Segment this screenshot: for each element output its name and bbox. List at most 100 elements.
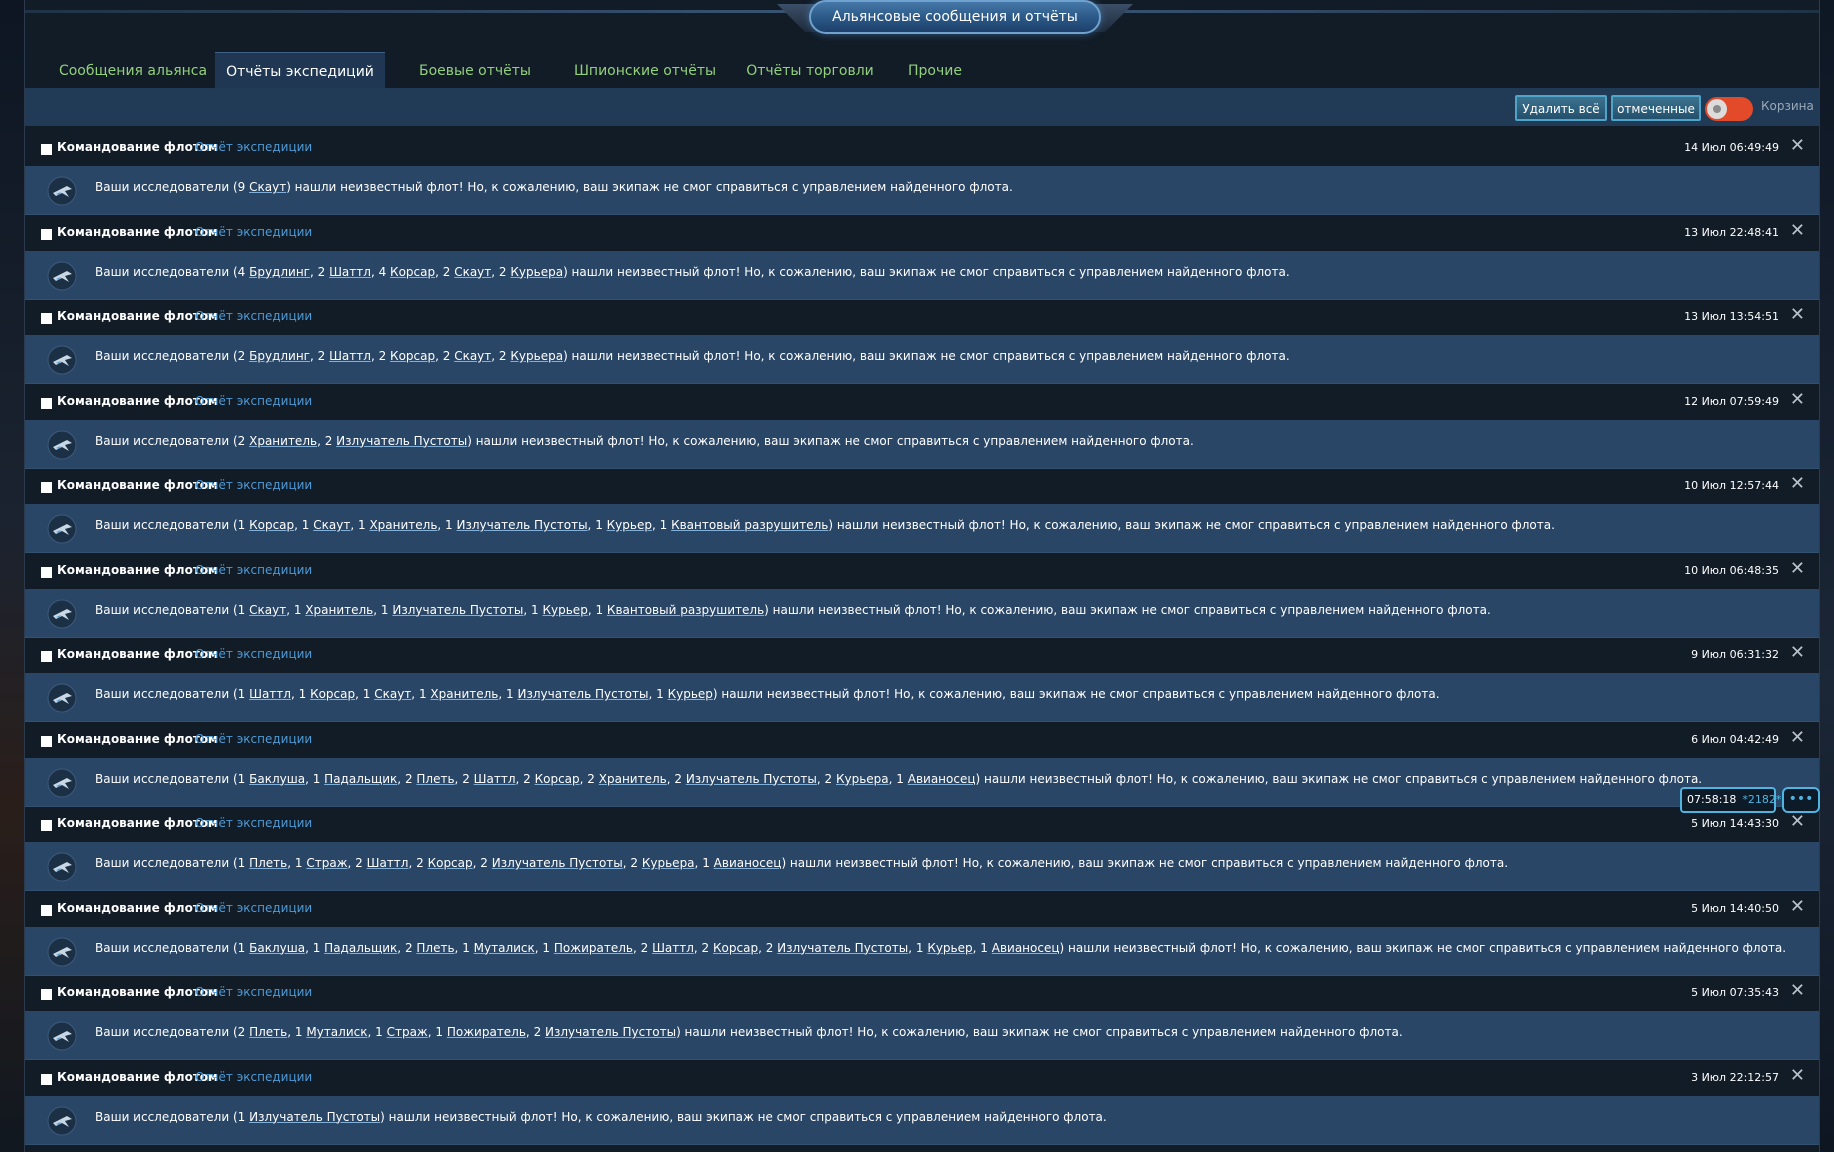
ship-name-link[interactable]: Скаут <box>374 687 411 701</box>
message-subject-link[interactable]: Отчёт экспедиции <box>195 394 312 408</box>
message-subject-link[interactable]: Отчёт экспедиции <box>195 563 312 577</box>
tab-battle-reports[interactable]: Боевые отчёты <box>395 52 555 88</box>
ship-name-link[interactable]: Излучатель Пустоты <box>392 603 523 617</box>
ship-name-link[interactable]: Курьер <box>543 603 588 617</box>
message-checkbox[interactable] <box>41 735 52 747</box>
ship-name-link[interactable]: Падальщик <box>324 772 397 786</box>
ship-name-link[interactable]: Курьер <box>668 687 713 701</box>
delete-marked-button[interactable]: отмеченные <box>1611 95 1701 121</box>
message-subject-link[interactable]: Отчёт экспедиции <box>195 901 312 915</box>
ship-name-link[interactable]: Хранитель <box>305 603 373 617</box>
ship-name-link[interactable]: Скаут <box>454 349 491 363</box>
server-time-badge[interactable]: 07:58:18 *2182* <box>1680 787 1781 813</box>
ship-name-link[interactable]: Плеть <box>249 1025 287 1039</box>
ship-name-link[interactable]: Хранитель <box>369 518 437 532</box>
message-checkbox[interactable] <box>41 820 52 831</box>
close-icon[interactable]: ✕ <box>1790 981 1805 1001</box>
message-checkbox[interactable] <box>41 904 52 916</box>
ship-name-link[interactable]: Страж <box>387 1025 428 1039</box>
ship-name-link[interactable]: Квантовый разрушитель <box>671 518 828 532</box>
close-icon[interactable]: ✕ <box>1790 812 1805 832</box>
ship-name-link[interactable]: Излучатель Пустоты <box>492 856 623 870</box>
ship-name-link[interactable]: Излучатель Пустоты <box>517 687 648 701</box>
ship-name-link[interactable]: Страж <box>306 856 347 870</box>
message-checkbox[interactable] <box>41 482 52 493</box>
message-checkbox[interactable] <box>41 397 52 409</box>
ship-name-link[interactable]: Хранитель <box>599 772 667 786</box>
close-icon[interactable]: ✕ <box>1790 136 1805 156</box>
ship-name-link[interactable]: Корсар <box>390 265 435 279</box>
ship-name-link[interactable]: Плеть <box>416 772 454 786</box>
ship-name-link[interactable]: Падальщик <box>324 941 397 955</box>
message-checkbox[interactable] <box>41 989 52 1000</box>
ship-name-link[interactable]: Шаттл <box>367 856 409 870</box>
message-subject-link[interactable]: Отчёт экспедиции <box>195 647 312 661</box>
ship-name-link[interactable]: Корсар <box>535 772 580 786</box>
ship-name-link[interactable]: Шаттл <box>474 772 516 786</box>
delete-all-button[interactable]: Удалить всё <box>1515 95 1607 121</box>
message-subject-link[interactable]: Отчёт экспедиции <box>195 140 312 154</box>
message-checkbox[interactable] <box>41 566 52 578</box>
close-icon[interactable]: ✕ <box>1790 220 1805 241</box>
ship-name-link[interactable]: Скаут <box>249 180 286 194</box>
close-icon[interactable]: ✕ <box>1790 389 1805 410</box>
ship-name-link[interactable]: Излучатель Пустоты <box>545 1025 676 1039</box>
tab-expedition-reports[interactable]: Отчёты экспедиций <box>215 52 385 88</box>
ship-name-link[interactable]: Скаут <box>454 265 491 279</box>
close-icon[interactable]: ✕ <box>1790 727 1805 748</box>
ship-name-link[interactable]: Корсар <box>390 349 435 363</box>
ship-name-link[interactable]: Авианосец <box>714 856 782 870</box>
ship-name-link[interactable]: Баклуша <box>249 941 305 955</box>
message-subject-link[interactable]: Отчёт экспедиции <box>195 985 312 999</box>
ship-name-link[interactable]: Курьера <box>510 349 563 363</box>
ship-name-link[interactable]: Курьера <box>642 856 695 870</box>
ship-name-link[interactable]: Излучатель Пустоты <box>336 434 467 448</box>
ship-name-link[interactable]: Хранитель <box>430 687 498 701</box>
close-icon[interactable]: ✕ <box>1790 896 1805 917</box>
tab-spy-reports[interactable]: Шпионские отчёты <box>555 52 735 88</box>
message-subject-link[interactable]: Отчёт экспедиции <box>195 225 312 239</box>
ship-name-link[interactable]: Авианосец <box>908 772 976 786</box>
ship-name-link[interactable]: Муталиск <box>474 941 535 955</box>
ship-name-link[interactable]: Корсар <box>310 687 355 701</box>
ship-name-link[interactable]: Плеть <box>249 856 287 870</box>
tab-alliance-messages[interactable]: Сообщения альянса <box>43 52 223 88</box>
ship-name-link[interactable]: Шаттл <box>652 941 694 955</box>
ship-name-link[interactable]: Муталиск <box>306 1025 367 1039</box>
close-icon[interactable]: ✕ <box>1790 305 1805 325</box>
ship-name-link[interactable]: Корсар <box>713 941 758 955</box>
ship-name-link[interactable]: Излучатель Пустоты <box>249 1110 380 1124</box>
ship-name-link[interactable]: Излучатель Пустоты <box>686 772 817 786</box>
tab-other[interactable]: Прочие <box>885 52 985 88</box>
ship-name-link[interactable]: Шаттл <box>329 349 371 363</box>
message-checkbox[interactable] <box>41 313 52 324</box>
ship-name-link[interactable]: Пожиратель <box>447 1025 526 1039</box>
ship-name-link[interactable]: Хранитель <box>249 434 317 448</box>
ship-name-link[interactable]: Курьер <box>607 518 652 532</box>
trash-toggle[interactable] <box>1705 97 1753 121</box>
message-subject-link[interactable]: Отчёт экспедиции <box>195 478 312 492</box>
close-icon[interactable]: ✕ <box>1790 643 1805 663</box>
message-subject-link[interactable]: Отчёт экспедиции <box>195 732 312 746</box>
ship-name-link[interactable]: Брудлинг <box>249 265 310 279</box>
ship-name-link[interactable]: Излучатель Пустоты <box>457 518 588 532</box>
chat-icon[interactable]: ••• <box>1782 787 1820 813</box>
message-checkbox[interactable] <box>41 651 52 662</box>
message-subject-link[interactable]: Отчёт экспедиции <box>195 1070 312 1084</box>
ship-name-link[interactable]: Излучатель Пустоты <box>777 941 908 955</box>
close-icon[interactable]: ✕ <box>1790 558 1805 579</box>
ship-name-link[interactable]: Шаттл <box>329 265 371 279</box>
ship-name-link[interactable]: Скаут <box>313 518 350 532</box>
ship-name-link[interactable]: Курьер <box>927 941 972 955</box>
ship-name-link[interactable]: Авианосец <box>992 941 1060 955</box>
ship-name-link[interactable]: Скаут <box>249 603 286 617</box>
message-subject-link[interactable]: Отчёт экспедиции <box>195 816 312 830</box>
ship-name-link[interactable]: Пожиратель <box>554 941 633 955</box>
ship-name-link[interactable]: Шаттл <box>249 687 291 701</box>
ship-name-link[interactable]: Плеть <box>416 941 454 955</box>
ship-name-link[interactable]: Курьера <box>836 772 889 786</box>
ship-name-link[interactable]: Корсар <box>249 518 294 532</box>
ship-name-link[interactable]: Брудлинг <box>249 349 310 363</box>
tab-trade-reports[interactable]: Отчёты торговли <box>725 52 895 88</box>
ship-name-link[interactable]: Курьера <box>510 265 563 279</box>
